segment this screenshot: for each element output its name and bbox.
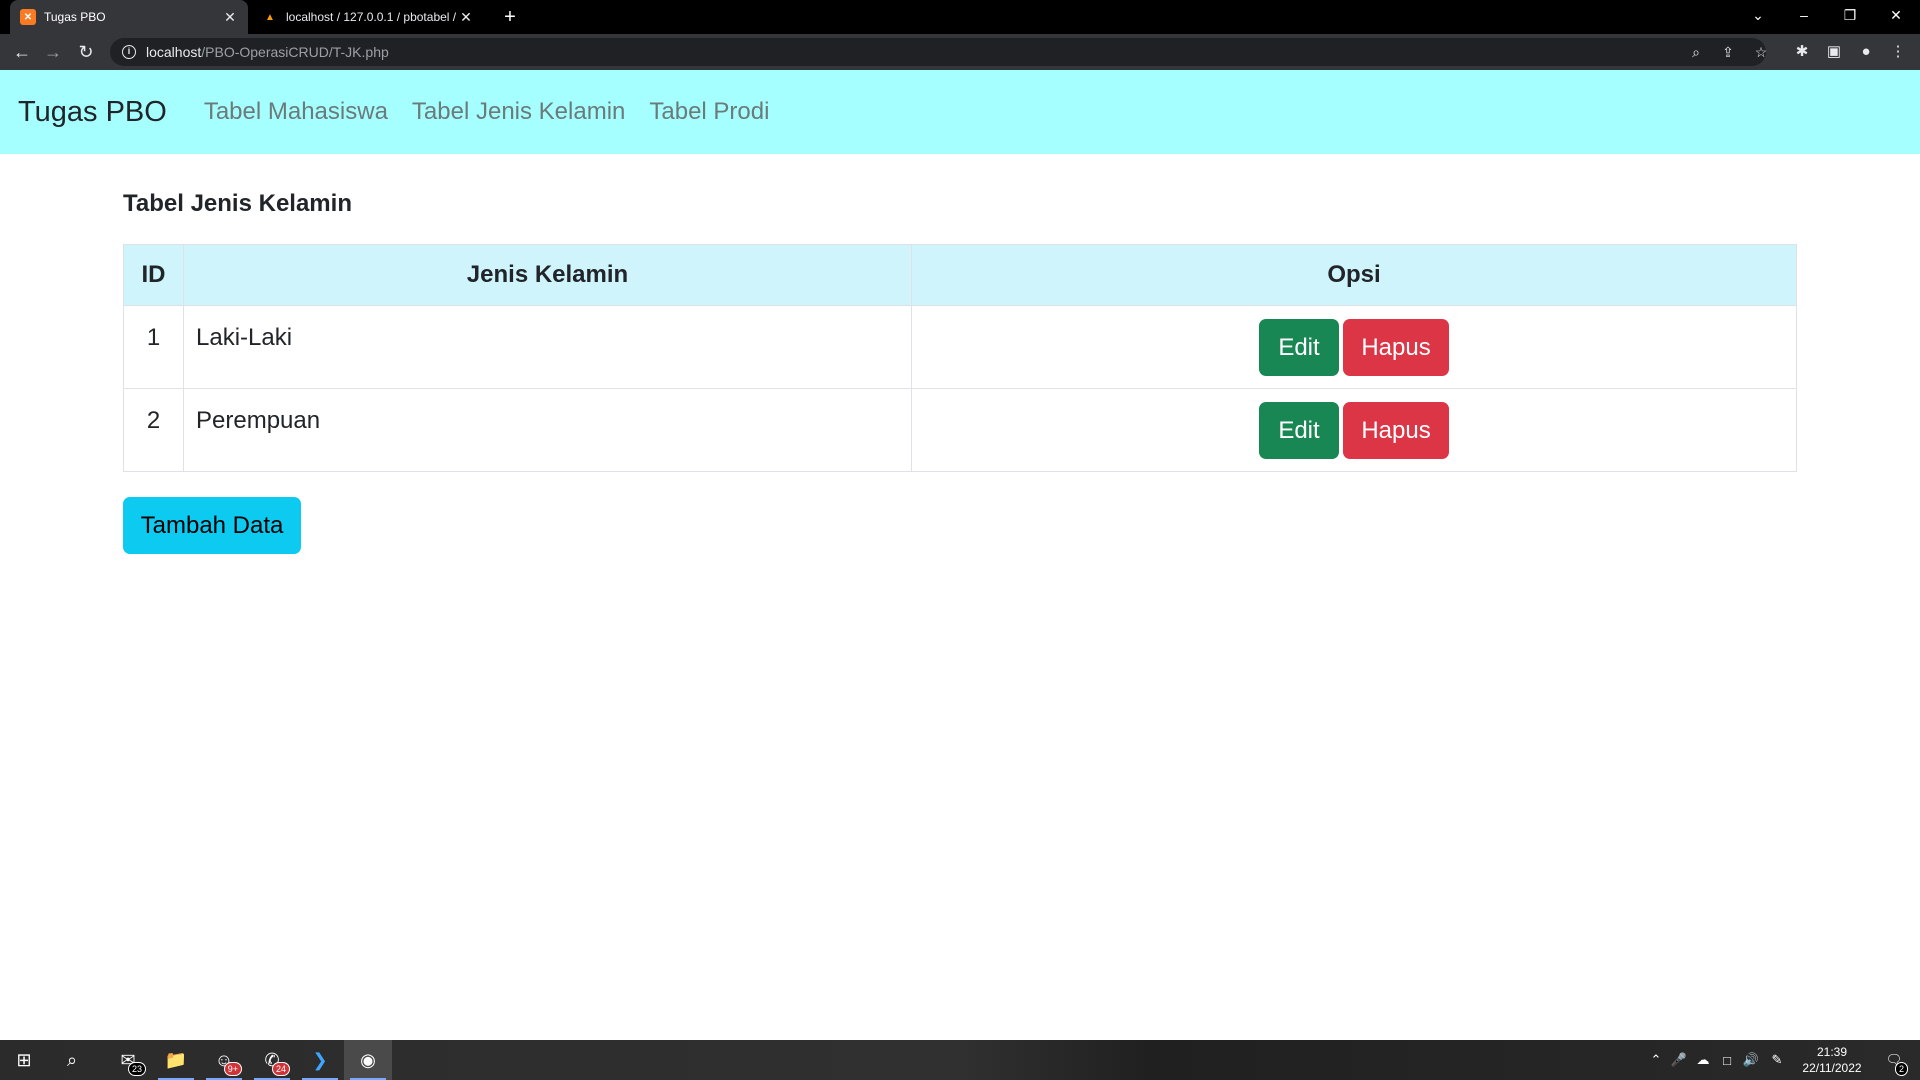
menu-icon[interactable]: ⋮	[1886, 40, 1910, 64]
extensions-icon[interactable]: ✱	[1790, 40, 1814, 64]
edit-button[interactable]: Edit	[1259, 318, 1339, 376]
nav-link-tabel-prodi[interactable]: Tabel Prodi	[649, 98, 769, 126]
cell-opsi: Edit Hapus	[911, 388, 1797, 472]
tab-tugas-pbo[interactable]: ✕ Tugas PBO ✕	[10, 0, 248, 34]
forward-button[interactable]: →	[41, 40, 65, 64]
bookmark-star-icon[interactable]: ☆	[1751, 42, 1771, 62]
network-icon[interactable]: □	[1716, 1040, 1738, 1080]
taskbar-clock[interactable]: 21:39 22/11/2022	[1790, 1044, 1874, 1076]
new-tab-button[interactable]: +	[498, 5, 522, 29]
clock-time: 21:39	[1816, 1045, 1848, 1059]
file-explorer-icon[interactable]: 📁	[152, 1040, 200, 1080]
main-content: Tabel Jenis Kelamin ID Jenis Kelamin Ops…	[123, 190, 1797, 554]
site-navbar: Tugas PBO Tabel Mahasiswa Tabel Jenis Ke…	[0, 70, 1920, 154]
side-panel-icon[interactable]: ▣	[1822, 40, 1846, 64]
hapus-button[interactable]: Hapus	[1343, 318, 1449, 376]
discord-badge: 9+	[223, 1062, 242, 1076]
column-header-jenis-kelamin: Jenis Kelamin	[183, 244, 912, 306]
url-path: /PBO-OperasiCRUD/T-JK.php	[201, 44, 389, 60]
cell-jenis-kelamin: Perempuan	[183, 388, 912, 472]
back-button[interactable]: ←	[10, 40, 34, 64]
reload-button[interactable]: ↻	[74, 40, 98, 64]
cell-jenis-kelamin: Laki-Laki	[183, 305, 912, 389]
chrome-icon[interactable]: ◉	[344, 1040, 392, 1080]
mail-badge: 23	[127, 1062, 146, 1076]
hapus-button[interactable]: Hapus	[1343, 401, 1449, 459]
whatsapp-icon[interactable]: ✆ 24	[248, 1040, 296, 1080]
vscode-icon[interactable]: ❯	[296, 1040, 344, 1080]
tambah-data-button[interactable]: Tambah Data	[123, 497, 301, 554]
cell-id: 2	[123, 388, 184, 472]
notifications-icon[interactable]: 🗨 2	[1874, 1040, 1914, 1080]
windows-start-icon[interactable]: ⊞	[0, 1040, 48, 1080]
browser-toolbar: ← → ↻ i localhost/PBO-OperasiCRUD/T-JK.p…	[0, 34, 1920, 70]
pen-icon[interactable]: ✎	[1766, 1040, 1788, 1080]
navbar-brand[interactable]: Tugas PBO	[18, 96, 167, 129]
restore-button[interactable]: ❐	[1828, 0, 1872, 30]
column-header-id: ID	[123, 244, 184, 306]
discord-icon[interactable]: ☺ 9+	[200, 1040, 248, 1080]
site-info-icon[interactable]: i	[122, 45, 136, 59]
page-title: Tabel Jenis Kelamin	[123, 190, 352, 217]
windows-taskbar: ⊞ ⌕ ✉ 23 📁 ☺ 9+ ✆ 24 ❯ ◉ ⌃ 🎤 ☁ □ 🔊 ✎ 21:39 …	[0, 1040, 1920, 1080]
nav-link-tabel-jenis-kelamin[interactable]: Tabel Jenis Kelamin	[412, 98, 625, 126]
zoom-icon[interactable]: ⌕	[1686, 42, 1706, 62]
mail-app-icon[interactable]: ✉ 23	[104, 1040, 152, 1080]
browser-tab-strip: ✕ Tugas PBO ✕ ▲ localhost / 127.0.0.1 / …	[0, 0, 1920, 34]
search-icon[interactable]: ⌕	[48, 1040, 96, 1080]
profile-avatar[interactable]: ●	[1854, 40, 1878, 64]
onedrive-icon[interactable]: ☁	[1692, 1040, 1714, 1080]
phpmyadmin-icon: ▲	[265, 11, 275, 23]
xampp-icon: ✕	[20, 9, 36, 25]
tab-title: Tugas PBO	[44, 10, 106, 24]
cell-id: 1	[123, 305, 184, 389]
tab-search-icon[interactable]: ⌄	[1736, 0, 1780, 30]
show-hidden-icons[interactable]: ⌃	[1646, 1040, 1666, 1080]
nav-link-tabel-mahasiswa[interactable]: Tabel Mahasiswa	[204, 98, 388, 126]
notifications-badge: 2	[1894, 1062, 1908, 1076]
whatsapp-badge: 24	[271, 1062, 290, 1076]
volume-icon[interactable]: 🔊	[1740, 1040, 1762, 1080]
cell-opsi: Edit Hapus	[911, 305, 1797, 389]
tab-title: localhost / 127.0.0.1 / pbotabel /	[286, 10, 457, 24]
close-tab-icon[interactable]: ✕	[222, 9, 238, 26]
close-window-button[interactable]: ✕	[1874, 0, 1918, 30]
clock-date: 22/11/2022	[1802, 1061, 1862, 1075]
url-host: localhost	[146, 44, 202, 60]
table-header-row: ID Jenis Kelamin Opsi	[123, 244, 1797, 306]
share-icon[interactable]: ⇪	[1718, 42, 1738, 62]
minimize-button[interactable]: –	[1782, 0, 1826, 30]
microphone-icon[interactable]: 🎤	[1668, 1040, 1690, 1080]
table-row: 1 Laki-Laki Edit Hapus	[123, 305, 1797, 389]
address-bar[interactable]: i localhost/PBO-OperasiCRUD/T-JK.php	[110, 38, 1766, 66]
edit-button[interactable]: Edit	[1259, 401, 1339, 459]
jenis-kelamin-table: ID Jenis Kelamin Opsi 1 Laki-Laki Edit Ha…	[123, 244, 1797, 472]
column-header-opsi: Opsi	[911, 244, 1797, 306]
tab-phpmyadmin[interactable]: ▲ localhost / 127.0.0.1 / pbotabel / ✕	[252, 0, 484, 34]
table-row: 2 Perempuan Edit Hapus	[123, 388, 1797, 472]
close-tab-icon[interactable]: ✕	[458, 9, 474, 26]
